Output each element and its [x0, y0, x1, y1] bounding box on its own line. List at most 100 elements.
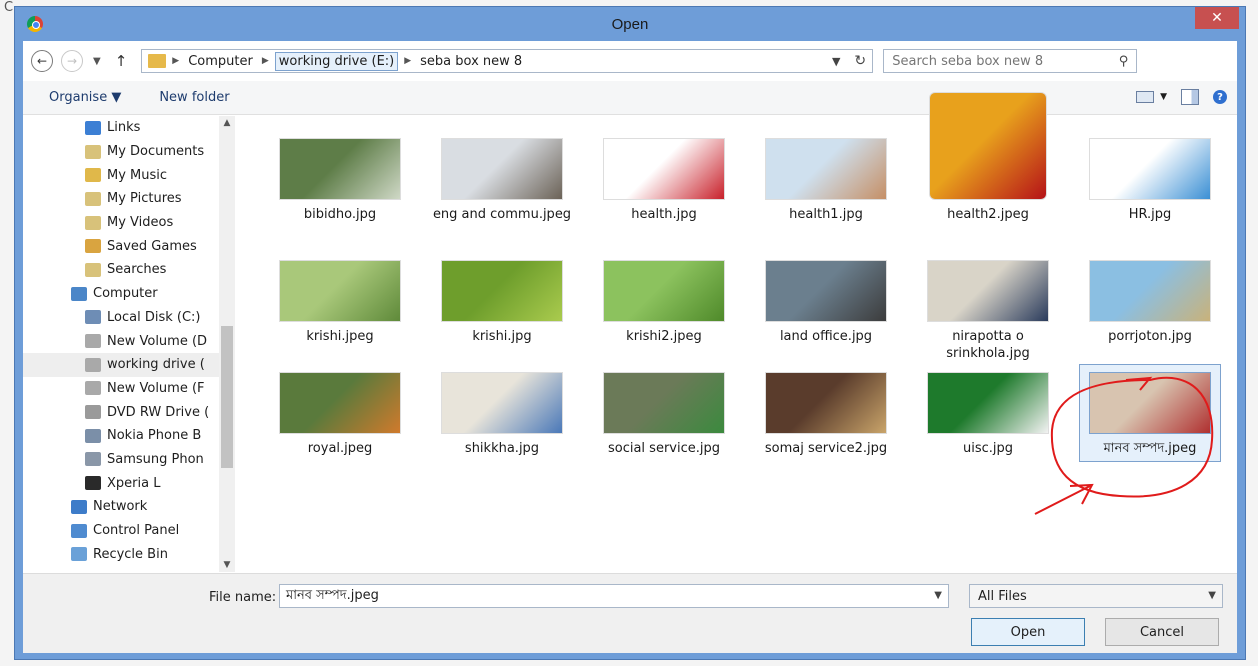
search-input[interactable] [892, 53, 1093, 69]
recent-locations-chevron-icon[interactable]: ▼ [93, 56, 101, 67]
file-item[interactable]: porrjoton.jpg [1075, 260, 1225, 345]
nav-item[interactable]: My Videos [23, 211, 219, 235]
nav-item-label: My Videos [107, 215, 174, 231]
nav-item-icon [85, 452, 101, 467]
file-item[interactable]: bibidho.jpg [265, 138, 415, 223]
nav-item[interactable]: Saved Games [23, 234, 219, 258]
search-box[interactable]: ⚲ [883, 49, 1138, 73]
nav-item-icon [85, 191, 101, 206]
navigation-scrollbar[interactable]: ▲ ▼ [219, 116, 235, 572]
file-thumbnail [603, 372, 725, 434]
file-name-input[interactable]: মানব সম্পদ.jpeg ▼ [279, 584, 949, 608]
file-item[interactable]: krishi.jpg [427, 260, 577, 345]
forward-button[interactable]: → [61, 50, 83, 72]
file-item[interactable]: eng and commu.jpeg [427, 138, 577, 223]
file-thumbnail [441, 260, 563, 322]
file-item[interactable]: nirapotta o srinkhola.jpg [913, 260, 1063, 362]
file-name: মানব সম্পদ.jpeg [1103, 441, 1197, 456]
breadcrumb-separator-icon[interactable]: ▶ [172, 56, 179, 66]
file-thumbnail [441, 372, 563, 434]
cancel-button[interactable]: Cancel [1105, 618, 1219, 646]
view-options-chevron-icon[interactable]: ▼ [1160, 92, 1167, 102]
help-icon[interactable]: ? [1213, 90, 1227, 104]
nav-item[interactable]: My Documents [23, 140, 219, 164]
nav-item-icon [71, 499, 87, 514]
file-thumbnail [927, 260, 1049, 322]
background-text: C [4, 0, 14, 15]
file-item[interactable]: HR.jpg [1075, 138, 1225, 223]
nav-item[interactable]: Nokia Phone B [23, 424, 219, 448]
file-item[interactable]: uisc.jpg [913, 372, 1063, 457]
nav-item-label: Xperia L [107, 475, 161, 491]
file-thumbnail [927, 372, 1049, 434]
file-name: porrjoton.jpg [1108, 329, 1192, 344]
nav-item-label: Recycle Bin [93, 546, 168, 562]
nav-item[interactable]: Computer [23, 282, 219, 306]
file-name: bibidho.jpg [303, 207, 377, 222]
up-arrow-icon[interactable]: ↑ [115, 52, 128, 70]
file-name-dropdown-icon[interactable]: ▼ [934, 590, 942, 601]
bottom-bar: File name: মানব সম্পদ.jpeg ▼ All Files ▼… [23, 573, 1237, 653]
nav-item[interactable]: Searches [23, 258, 219, 282]
address-row: ← → ▼ ↑ ▶ Computer ▶ working drive (E:) … [23, 41, 1237, 81]
file-item[interactable]: krishi2.jpeg [589, 260, 739, 345]
nav-item-icon [85, 262, 101, 277]
nav-item[interactable]: DVD RW Drive ( [23, 400, 219, 424]
nav-item[interactable]: My Pictures [23, 187, 219, 211]
close-button[interactable]: ✕ [1195, 7, 1239, 29]
nav-item[interactable]: Local Disk (C:) [23, 306, 219, 330]
file-name: shikkha.jpg [464, 441, 540, 456]
file-name: krishi.jpg [472, 329, 532, 344]
breadcrumb-working-drive[interactable]: working drive (E:) [274, 51, 399, 71]
nav-item[interactable]: Control Panel [23, 519, 219, 543]
breadcrumb-computer[interactable]: Computer [185, 53, 256, 70]
file-name: eng and commu.jpeg [432, 207, 572, 222]
nav-item[interactable]: Recycle Bin [23, 542, 219, 566]
file-item[interactable]: somaj service2.jpg [751, 372, 901, 457]
open-button[interactable]: Open [971, 618, 1085, 646]
nav-item[interactable]: New Volume (D [23, 329, 219, 353]
search-icon[interactable]: ⚲ [1119, 54, 1129, 69]
file-item[interactable]: health1.jpg [751, 138, 901, 223]
file-item[interactable]: royal.jpeg [265, 372, 415, 457]
file-type-dropdown-icon[interactable]: ▼ [1208, 590, 1216, 601]
file-thumbnail [1089, 260, 1211, 322]
address-dropdown-icon[interactable]: ▼ [824, 55, 848, 68]
refresh-icon[interactable]: ↻ [848, 53, 872, 69]
nav-item[interactable]: My Music [23, 163, 219, 187]
file-thumbnail [279, 372, 401, 434]
file-item[interactable]: krishi.jpeg [265, 260, 415, 345]
file-item[interactable]: মানব সম্পদ.jpeg [1075, 372, 1225, 457]
scroll-up-icon[interactable]: ▲ [219, 118, 235, 128]
change-view-icon[interactable] [1136, 91, 1155, 103]
file-name: HR.jpg [1128, 207, 1172, 222]
file-item[interactable]: social service.jpg [589, 372, 739, 457]
new-folder-button[interactable]: New folder [159, 90, 229, 105]
nav-item[interactable]: Links [23, 116, 219, 140]
file-item[interactable]: land office.jpg [751, 260, 901, 345]
nav-item[interactable]: Network [23, 495, 219, 519]
breadcrumb-current-folder[interactable]: seba box new 8 [417, 53, 525, 70]
nav-item[interactable]: Xperia L [23, 471, 219, 495]
scroll-down-icon[interactable]: ▼ [219, 560, 235, 570]
scrollbar-thumb[interactable] [221, 326, 233, 468]
file-item[interactable]: health2.jpeg [913, 92, 1063, 223]
navigation-list: Links My Documents My Music My Pictures My V… [23, 116, 235, 566]
file-item[interactable]: shikkha.jpg [427, 372, 577, 457]
breadcrumb-separator-icon[interactable]: ▶ [262, 56, 269, 66]
nav-item-label: Local Disk (C:) [107, 309, 201, 325]
breadcrumb-separator-icon[interactable]: ▶ [404, 56, 411, 66]
file-thumbnail [765, 260, 887, 322]
file-item[interactable]: health.jpg [589, 138, 739, 223]
preview-pane-icon[interactable] [1181, 89, 1199, 105]
organise-menu-button[interactable]: Organise ▼ [49, 90, 121, 105]
nav-item[interactable]: working drive ( [23, 352, 219, 377]
view-controls: ▼ ? [1136, 89, 1227, 105]
file-type-select[interactable]: All Files ▼ [969, 584, 1223, 608]
file-name: nirapotta o srinkhola.jpg [946, 329, 1030, 361]
back-button[interactable]: ← [31, 50, 53, 72]
address-bar[interactable]: ▶ Computer ▶ working drive (E:) ▶ seba b… [141, 49, 874, 73]
nav-item[interactable]: New Volume (F [23, 377, 219, 401]
nav-item[interactable]: Samsung Phon [23, 448, 219, 472]
file-name: health1.jpg [789, 207, 863, 222]
